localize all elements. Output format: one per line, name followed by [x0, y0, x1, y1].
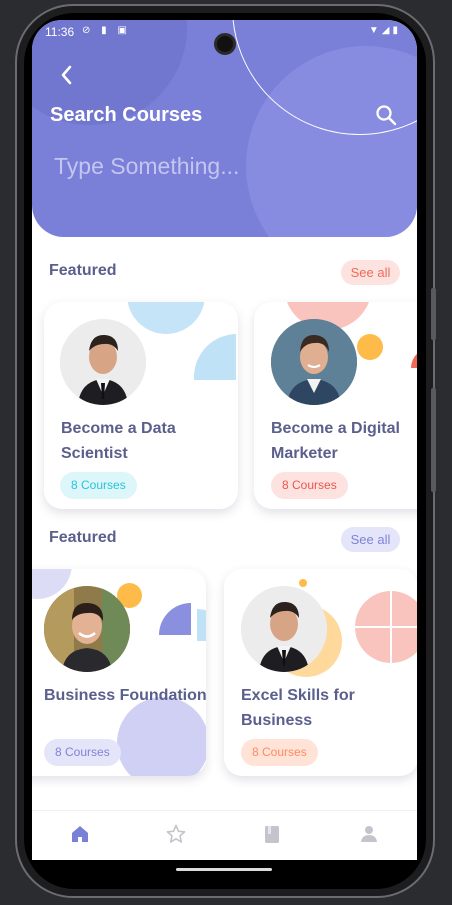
notification-icons: ⊘ ▮ ▣: [82, 25, 131, 36]
home-icon[interactable]: [69, 823, 91, 845]
course-card[interactable]: Excel Skills for Business 8 Courses: [224, 569, 417, 776]
course-title: Become a Digital Marketer: [271, 420, 400, 462]
section-title-featured: Featured: [49, 262, 117, 279]
app-screen: 11:36 ⊘ ▮ ▣ ▼◢▮ Search Courses Featured …: [32, 20, 417, 860]
volume-button: [431, 288, 436, 340]
avatar: [241, 586, 327, 672]
gesture-bar[interactable]: [176, 868, 272, 871]
person-photo: [44, 586, 130, 672]
page-title: Search Courses: [50, 104, 203, 126]
star-icon[interactable]: [165, 823, 187, 845]
status-time: 11:36: [45, 25, 75, 39]
card-decoration: [194, 334, 236, 380]
person-photo: [241, 586, 327, 672]
see-all-button[interactable]: See all: [341, 527, 400, 552]
front-camera: [214, 33, 236, 55]
bottom-navigation: [32, 810, 417, 860]
search-input[interactable]: [46, 148, 366, 184]
see-all-button[interactable]: See all: [341, 260, 400, 285]
avatar: [60, 319, 146, 405]
card-decoration: [411, 348, 417, 368]
person-photo: [271, 319, 357, 405]
course-card[interactable]: Become a Digital Marketer 8 Courses: [254, 302, 417, 509]
card-decoration: [355, 626, 417, 628]
course-card[interactable]: Business Foundation 8 Courses: [32, 569, 206, 776]
course-count-badge: 8 Courses: [60, 472, 137, 499]
card-decoration: [127, 302, 205, 334]
course-card[interactable]: Become a Data Scientist 8 Courses: [44, 302, 238, 509]
avatar: [44, 586, 130, 672]
course-title: Excel Skills for Business: [241, 687, 355, 729]
section-title-featured: Featured: [49, 529, 117, 546]
back-arrow-icon[interactable]: [58, 64, 76, 86]
system-icons: ▼◢▮: [368, 25, 401, 36]
card-decoration: [117, 697, 206, 776]
course-count-badge: 8 Courses: [44, 739, 121, 766]
card-decoration: [299, 579, 307, 587]
course-title: Become a Data Scientist: [61, 420, 176, 462]
search-icon[interactable]: [375, 104, 397, 126]
avatar: [271, 319, 357, 405]
person-photo: [60, 319, 146, 405]
course-title: Business Foundation: [44, 687, 206, 704]
book-icon[interactable]: [261, 823, 283, 845]
course-count-badge: 8 Courses: [241, 739, 318, 766]
card-decoration: [357, 334, 383, 360]
person-icon[interactable]: [358, 823, 380, 845]
power-button: [431, 388, 436, 492]
course-count-badge: 8 Courses: [271, 472, 348, 499]
